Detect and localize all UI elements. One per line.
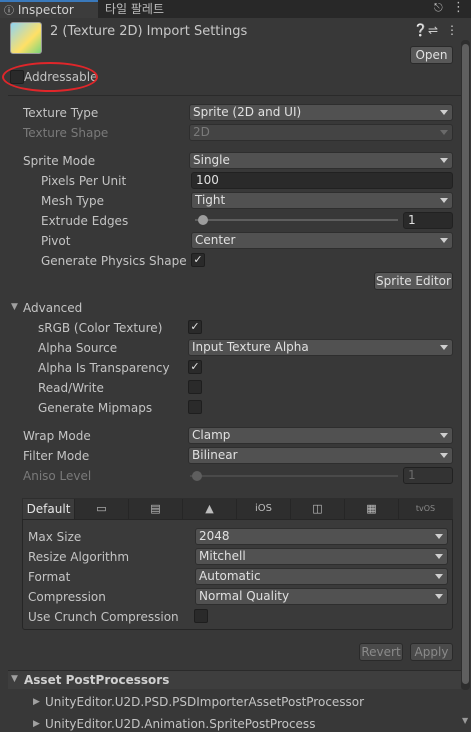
- texture-shape-label: Texture Shape: [23, 126, 109, 140]
- format-label: Format: [28, 570, 71, 584]
- max-size-dropdown[interactable]: 2048: [195, 528, 448, 545]
- divider: [8, 95, 461, 96]
- asset-title: 2 (Texture 2D) Import Settings: [50, 24, 248, 39]
- tab-server[interactable]: ▤: [129, 499, 183, 519]
- alpha-is-transparency-label: Alpha Is Transparency: [38, 361, 170, 375]
- generate-physics-shape-label: Generate Physics Shape: [41, 254, 187, 268]
- context-menu-icon[interactable]: ⋮: [446, 23, 458, 37]
- filter-mode-dropdown[interactable]: Bilinear: [188, 447, 453, 464]
- format-dropdown[interactable]: Automatic: [195, 568, 448, 585]
- html5-icon: ◫: [312, 502, 323, 515]
- lock-icon[interactable]: ⎋: [434, 1, 443, 15]
- alpha-source-label: Alpha Source: [38, 341, 118, 355]
- extrude-slider-handle[interactable]: [198, 215, 208, 225]
- preset-icon[interactable]: ⇌: [428, 23, 438, 37]
- scrollbar-thumb[interactable]: [462, 44, 469, 684]
- srgb-label: sRGB (Color Texture): [38, 321, 163, 335]
- extrude-edges-field[interactable]: 1: [403, 212, 453, 229]
- resize-algorithm-dropdown[interactable]: Mitchell: [195, 548, 448, 565]
- chevron-down-icon: [435, 574, 443, 579]
- advanced-foldout-icon[interactable]: ▼: [11, 302, 18, 312]
- crunch-compression-label: Use Crunch Compression: [28, 610, 179, 624]
- mesh-type-dropdown[interactable]: Tight: [191, 192, 453, 209]
- tab-menu-icon[interactable]: ⋮: [452, 0, 465, 15]
- postprocessor-item[interactable]: UnityEditor.U2D.PSD.PSDImporterAssetPost…: [45, 695, 364, 709]
- server-icon: ▤: [150, 502, 161, 515]
- tab-tvos[interactable]: tvOS: [399, 499, 452, 519]
- wrap-mode-dropdown[interactable]: Clamp: [188, 427, 453, 444]
- max-size-label: Max Size: [28, 530, 82, 544]
- extrude-edges-label: Extrude Edges: [41, 214, 129, 228]
- monitor-icon: ▭: [96, 502, 107, 515]
- tab-tile-palette[interactable]: 타일 팔레트: [99, 0, 189, 18]
- tab-webgl[interactable]: ◫: [291, 499, 345, 519]
- chevron-down-icon: [440, 433, 448, 438]
- chevron-down-icon: [440, 158, 448, 163]
- pixels-per-unit-label: Pixels Per Unit: [41, 174, 127, 188]
- chevron-down-icon: [440, 345, 448, 350]
- extrude-slider-track[interactable]: [195, 219, 398, 221]
- aniso-slider-track: [190, 475, 398, 477]
- chevron-down-icon: [435, 554, 443, 559]
- tab-ios[interactable]: iOS: [237, 499, 291, 519]
- aniso-level-field: 1: [403, 467, 453, 484]
- windows-icon: ▦: [366, 502, 377, 515]
- postprocessors-header[interactable]: Asset PostProcessors: [24, 673, 169, 687]
- chevron-down-icon: [440, 130, 448, 135]
- tab-inspector[interactable]: ⓘ Inspector: [0, 0, 98, 18]
- revert-button[interactable]: Revert: [359, 643, 403, 661]
- advanced-header[interactable]: Advanced: [23, 301, 82, 315]
- resize-algorithm-label: Resize Algorithm: [28, 550, 130, 564]
- texture-thumbnail-icon: [10, 22, 42, 54]
- aniso-level-label: Aniso Level: [23, 469, 92, 483]
- help-icon[interactable]: ❔: [413, 23, 428, 37]
- tab-default[interactable]: Default: [23, 499, 75, 519]
- highlight-annotation: [2, 62, 98, 92]
- postprocessors-foldout-icon[interactable]: ▼: [11, 674, 18, 684]
- aniso-slider-handle: [192, 471, 202, 481]
- chevron-right-icon[interactable]: ▶: [33, 697, 40, 707]
- filter-mode-label: Filter Mode: [23, 449, 90, 463]
- tab-windows-store[interactable]: ▦: [345, 499, 399, 519]
- alpha-source-dropdown[interactable]: Input Texture Alpha: [188, 339, 453, 356]
- android-icon: ▲: [205, 502, 214, 515]
- texture-shape-dropdown: 2D: [189, 124, 453, 141]
- read-write-label: Read/Write: [38, 381, 104, 395]
- sprite-mode-label: Sprite Mode: [23, 154, 96, 168]
- tab-android[interactable]: ▲: [183, 499, 237, 519]
- read-write-checkbox[interactable]: [188, 380, 202, 394]
- generate-physics-shape-checkbox[interactable]: ✓: [191, 253, 205, 267]
- chevron-down-icon: [435, 594, 443, 599]
- crunch-compression-checkbox[interactable]: [194, 609, 208, 623]
- texture-type-dropdown[interactable]: Sprite (2D and UI): [189, 104, 453, 121]
- wrap-mode-label: Wrap Mode: [23, 429, 91, 443]
- srgb-checkbox[interactable]: ✓: [188, 320, 202, 334]
- chevron-down-icon: [440, 198, 448, 203]
- chevron-down-icon: [435, 534, 443, 539]
- pivot-label: Pivot: [41, 234, 71, 248]
- chevron-right-icon[interactable]: ▶: [33, 719, 40, 729]
- postprocessor-item[interactable]: UnityEditor.U2D.Animation.SpritePostProc…: [45, 717, 315, 731]
- tab-standalone[interactable]: ▭: [75, 499, 129, 519]
- generate-mipmaps-label: Generate Mipmaps: [38, 401, 153, 415]
- chevron-down-icon: [440, 238, 448, 243]
- pivot-dropdown[interactable]: Center: [191, 232, 453, 249]
- sprite-mode-dropdown[interactable]: Single: [189, 152, 453, 169]
- chevron-down-icon: [440, 110, 448, 115]
- texture-type-label: Texture Type: [23, 106, 99, 120]
- sprite-editor-button[interactable]: Sprite Editor: [374, 272, 453, 290]
- mesh-type-label: Mesh Type: [41, 194, 104, 208]
- compression-label: Compression: [28, 590, 106, 604]
- apply-button[interactable]: Apply: [410, 643, 453, 661]
- alpha-is-transparency-checkbox[interactable]: ✓: [188, 360, 202, 374]
- scroll-down-icon[interactable]: ▼: [462, 716, 468, 725]
- info-icon: ⓘ: [4, 6, 14, 17]
- chevron-down-icon: [440, 453, 448, 458]
- compression-dropdown[interactable]: Normal Quality: [195, 588, 448, 605]
- pixels-per-unit-field[interactable]: 100: [191, 172, 453, 189]
- open-button[interactable]: Open: [410, 46, 453, 64]
- generate-mipmaps-checkbox[interactable]: [188, 400, 202, 414]
